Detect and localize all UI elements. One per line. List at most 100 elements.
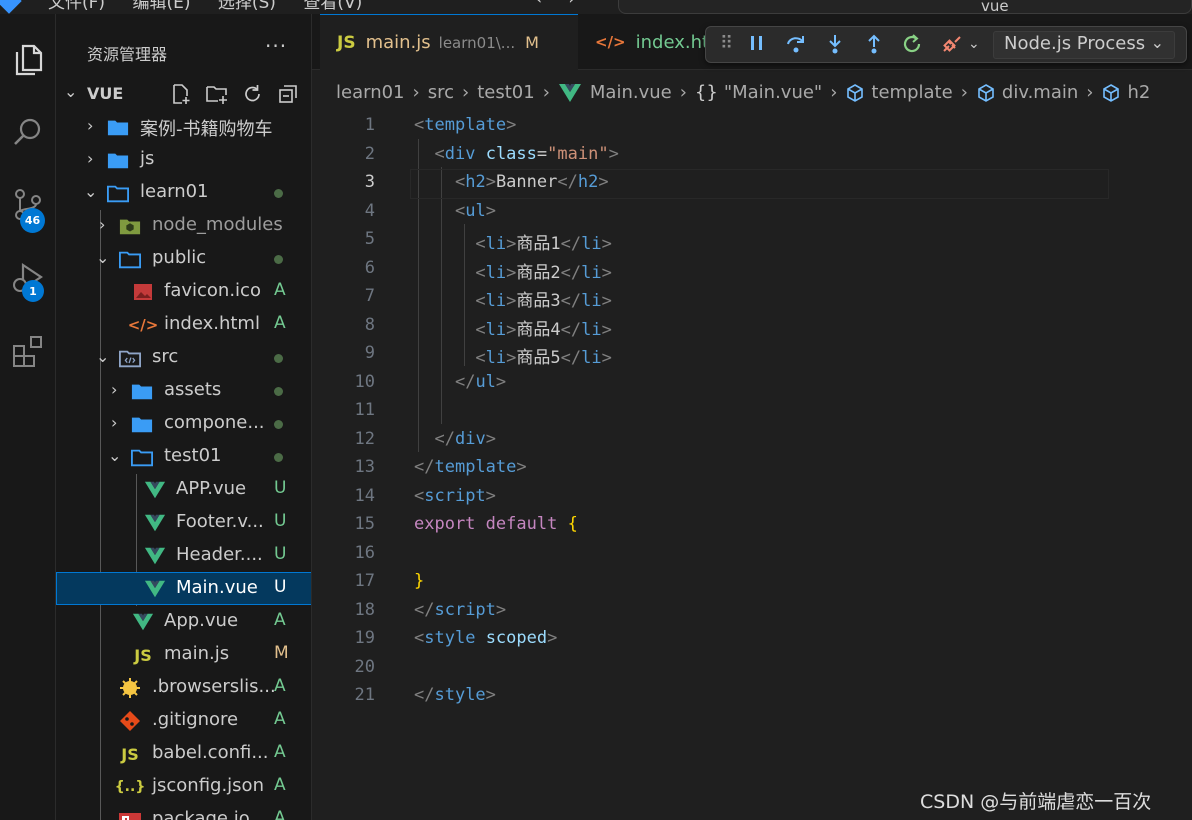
tree-item-node-modules[interactable]: › node_modules	[56, 209, 311, 242]
tree-item-gitignore[interactable]: .gitignore A	[56, 704, 311, 737]
tree-item-app-vue-upper[interactable]: APP.vue U	[56, 473, 311, 506]
search-icon[interactable]	[0, 104, 56, 160]
status-badge: U	[274, 511, 287, 531]
command-center[interactable]: vue	[618, 0, 1192, 14]
status-badge: U	[274, 577, 287, 597]
chevron-down-icon: ⌄	[64, 82, 78, 101]
tree-item-header-vue[interactable]: Header.... U	[56, 539, 311, 572]
chevron-right-icon: ›	[1086, 82, 1094, 103]
chevron-down-icon[interactable]: ⌄	[968, 36, 980, 52]
more-actions-icon[interactable]: ···	[265, 34, 287, 58]
tree-item-components[interactable]: › compone...	[56, 407, 311, 440]
cube-icon	[1103, 83, 1120, 102]
chevron-down-icon: ⌄	[108, 446, 122, 465]
menu-edit[interactable]: 编辑(E)	[132, 0, 190, 13]
menu-view[interactable]: 查看(V)	[303, 0, 362, 13]
tree-item-browserslist[interactable]: .browserslis... A	[56, 671, 311, 704]
tab-main-js[interactable]: JS main.js learn01\... M	[320, 14, 578, 70]
new-file-icon[interactable]	[170, 83, 192, 105]
line-number: 11	[354, 400, 375, 420]
new-folder-icon[interactable]	[205, 83, 229, 105]
tree-item-label: Main.vue	[176, 577, 258, 598]
debug-toolbar: ⠿ ⌄ Node.js Process ⌄	[705, 26, 1187, 63]
pause-icon[interactable]	[748, 33, 766, 58]
menu-bar: 文件(F) 编辑(E) 选择(S) 查看(V)	[48, 0, 384, 13]
code-editor[interactable]: 1 2 3 4 5 6 7 8 9 10 11 12 13 14 15 16 1…	[312, 110, 1192, 820]
tree-item-index-html[interactable]: </> index.html A	[56, 308, 311, 341]
tree-item-main-js[interactable]: JS main.js M	[56, 638, 311, 671]
change-dot	[274, 453, 283, 462]
line-number: 21	[354, 685, 375, 705]
disconnect-icon[interactable]	[940, 33, 964, 60]
tree-item-js[interactable]: › js	[56, 143, 311, 176]
tree-item-label: jsconfig.json	[152, 775, 264, 796]
json-icon: {..}	[114, 779, 146, 795]
breadcrumb-item[interactable]: Main.vue	[590, 82, 672, 103]
breadcrumb-item[interactable]: div.main	[1002, 82, 1078, 103]
tree-item-assets[interactable]: › assets	[56, 374, 311, 407]
run-debug-icon[interactable]: 1	[0, 250, 56, 306]
breadcrumb-item[interactable]: src	[428, 82, 454, 103]
tree-item-package-json[interactable]: package.jo... A	[56, 803, 311, 820]
tree-item-learn01[interactable]: ⌄ learn01	[56, 176, 311, 209]
breadcrumb-item[interactable]: template	[871, 82, 952, 103]
object-icon: {}	[694, 82, 718, 103]
refresh-icon[interactable]	[242, 83, 264, 105]
vue-icon	[558, 83, 581, 102]
explorer-toolbar	[170, 83, 299, 105]
tree-item-book-cart[interactable]: › 案例-书籍购物车	[56, 110, 311, 143]
node-folder-icon	[119, 216, 141, 236]
tree-item-label: package.jo...	[152, 808, 267, 820]
tree-item-favicon[interactable]: favicon.ico A	[56, 275, 311, 308]
code-line: <style scoped>	[414, 628, 558, 648]
tree-item-app-vue[interactable]: App.vue A	[56, 605, 311, 638]
git-icon	[119, 711, 141, 731]
change-dot	[274, 354, 283, 363]
code-line: </style>	[414, 685, 496, 705]
change-dot	[274, 189, 283, 198]
tree-item-jsconfig[interactable]: {..} jsconfig.json A	[56, 770, 311, 803]
tree-item-footer-vue[interactable]: Footer.v... U	[56, 506, 311, 539]
tree-item-main-vue[interactable]: Main.vue U	[56, 572, 311, 605]
tree-item-src[interactable]: ⌄ src	[56, 341, 311, 374]
drag-handle-icon[interactable]: ⠿	[720, 33, 733, 54]
breadcrumb-item[interactable]: "Main.vue"	[724, 82, 822, 103]
explorer-icon[interactable]	[0, 32, 56, 88]
status-badge: A	[274, 742, 286, 762]
source-control-icon[interactable]: 46	[0, 176, 56, 233]
line-number: 6	[364, 258, 375, 278]
code-line: <li>商品1</li>	[475, 234, 612, 254]
collapse-all-icon[interactable]	[277, 83, 299, 105]
code-line: </template>	[414, 457, 527, 477]
chevron-down-icon: ⌄	[1150, 33, 1164, 52]
forward-arrow-icon[interactable]: ›	[568, 0, 601, 9]
chevron-right-icon: ›	[412, 82, 420, 103]
step-over-icon[interactable]	[785, 33, 807, 60]
tree-item-test01[interactable]: ⌄ test01	[56, 440, 311, 473]
chevron-down-icon: ⌄	[84, 182, 98, 201]
step-into-icon[interactable]	[824, 33, 846, 60]
breadcrumb-item[interactable]: test01	[477, 82, 534, 103]
extensions-icon[interactable]	[0, 322, 56, 378]
chevron-right-icon: ›	[87, 116, 94, 135]
activity-bar: 46 1	[0, 14, 56, 820]
menu-file[interactable]: 文件(F)	[48, 0, 105, 13]
folder-icon	[107, 150, 129, 170]
workspace-header[interactable]: ⌄ VUE	[56, 78, 311, 109]
menu-select[interactable]: 选择(S)	[218, 0, 276, 13]
vue-icon	[144, 546, 166, 566]
breadcrumb: learn01 › src › test01 › Main.vue › {} "Main…	[336, 82, 1150, 103]
line-number: 18	[354, 600, 375, 620]
debug-process-select[interactable]: Node.js Process ⌄	[993, 31, 1175, 59]
chevron-right-icon: ›	[960, 82, 968, 103]
status-badge: A	[274, 676, 286, 696]
breadcrumb-item[interactable]: h2	[1127, 82, 1150, 103]
tree-item-label: js	[140, 148, 155, 169]
back-arrow-icon[interactable]: ‹	[535, 0, 568, 9]
step-out-icon[interactable]	[863, 33, 885, 60]
breadcrumb-item[interactable]: learn01	[336, 82, 405, 103]
tree-item-babel-config[interactable]: JS babel.confi... A	[56, 737, 311, 770]
restart-icon[interactable]	[901, 33, 923, 60]
tree-item-public[interactable]: ⌄ public	[56, 242, 311, 275]
